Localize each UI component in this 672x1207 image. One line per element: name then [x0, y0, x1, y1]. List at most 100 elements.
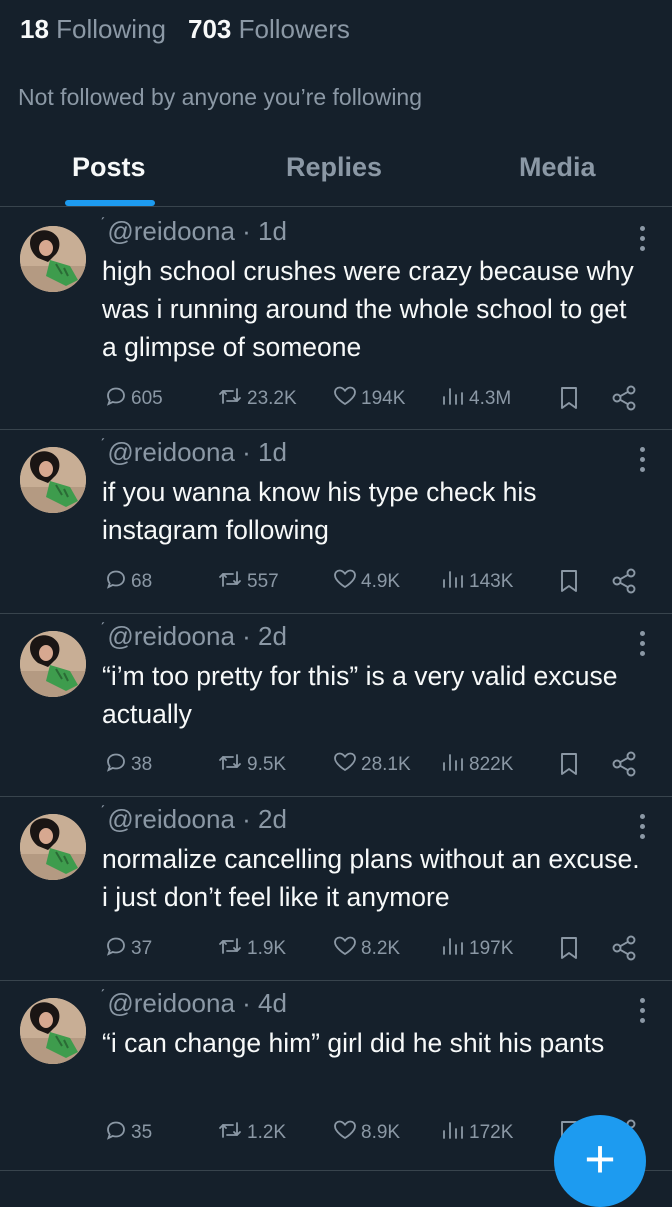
- followers-count: 703: [187, 14, 232, 44]
- avatar[interactable]: [20, 631, 86, 697]
- reply-button[interactable]: 68: [104, 567, 152, 597]
- like-count: 28.1K: [361, 754, 411, 775]
- following-link[interactable]: 18 Following: [20, 14, 166, 44]
- repost-count: 9.5K: [247, 754, 287, 775]
- view-count: 197K: [469, 938, 514, 959]
- like-count: 4.9K: [361, 571, 401, 592]
- bookmark-icon[interactable]: [557, 385, 581, 416]
- like-button[interactable]: 194K: [332, 384, 405, 414]
- repost-count: 23.2K: [247, 388, 297, 409]
- post-handle[interactable]: @reidoona: [107, 804, 235, 834]
- post-time[interactable]: 2d: [258, 804, 287, 834]
- like-count: 8.2K: [361, 938, 401, 959]
- post[interactable]: ˊ@reidoona · 2d “i’m too pretty for this”…: [0, 613, 672, 797]
- post-time[interactable]: 2d: [258, 621, 287, 651]
- heart-icon: [332, 567, 361, 597]
- views-icon: [440, 750, 469, 780]
- tab-replies[interactable]: Replies: [286, 152, 382, 183]
- view-count: 4.3M: [469, 388, 512, 409]
- views-icon: [440, 567, 469, 597]
- repost-button[interactable]: 557: [216, 567, 279, 597]
- heart-icon: [332, 750, 361, 780]
- avatar[interactable]: [20, 814, 86, 880]
- post-actions: 37 1.9K 8.2K 197K: [0, 934, 672, 964]
- repost-icon: [216, 934, 247, 964]
- repost-button[interactable]: 1.9K: [216, 934, 286, 964]
- post-text: “i’m too pretty for this” is a very vali…: [102, 661, 618, 729]
- repost-icon: [216, 1118, 247, 1148]
- tab-posts[interactable]: Posts: [72, 152, 146, 183]
- reply-button[interactable]: 38: [104, 750, 152, 780]
- reply-icon: [104, 384, 131, 414]
- post[interactable]: ˊ@reidoona · 2d normalize cancelling plan…: [0, 796, 672, 981]
- profile-tabs: Posts Replies Media: [0, 130, 672, 207]
- repost-count: 1.9K: [247, 938, 287, 959]
- repost-button[interactable]: 1.2K: [216, 1118, 286, 1148]
- like-button[interactable]: 8.9K: [332, 1118, 400, 1148]
- post[interactable]: ˊ@reidoona · 1d if you wanna know his typ…: [0, 429, 672, 614]
- bookmark-icon[interactable]: [557, 935, 581, 966]
- like-button[interactable]: 4.9K: [332, 567, 400, 597]
- post-actions: 68 557 4.9K 143K: [0, 567, 672, 597]
- repost-icon: [216, 567, 247, 597]
- views-button[interactable]: 197K: [440, 934, 513, 964]
- reply-count: 605: [131, 388, 163, 409]
- views-button[interactable]: 143K: [440, 567, 513, 597]
- views-button[interactable]: 172K: [440, 1118, 513, 1148]
- post-header: ˊ@reidoona · 1d: [100, 437, 287, 467]
- profile-stats: 18 Following 703 Followers: [20, 14, 350, 45]
- avatar[interactable]: [20, 226, 86, 292]
- post-time[interactable]: 4d: [258, 988, 287, 1018]
- active-tab-indicator: [65, 200, 155, 206]
- reply-button[interactable]: 37: [104, 934, 152, 964]
- reply-icon: [104, 750, 131, 780]
- post-header: ˊ@reidoona · 2d: [100, 804, 287, 834]
- views-button[interactable]: 4.3M: [440, 384, 511, 414]
- share-icon[interactable]: [610, 934, 638, 967]
- tick-mark-icon: ˊ: [100, 988, 106, 1005]
- like-count: 194K: [361, 388, 406, 409]
- reply-icon: [104, 1118, 131, 1148]
- bookmark-icon[interactable]: [557, 751, 581, 782]
- like-button[interactable]: 28.1K: [332, 750, 411, 780]
- following-count: 18: [20, 14, 49, 44]
- views-button[interactable]: 822K: [440, 750, 513, 780]
- share-icon[interactable]: [610, 384, 638, 417]
- post-handle[interactable]: @reidoona: [107, 988, 235, 1018]
- post[interactable]: ˊ@reidoona · 1d high school crushes were …: [0, 208, 672, 430]
- reply-count: 37: [131, 938, 153, 959]
- views-icon: [440, 384, 469, 414]
- avatar[interactable]: [20, 998, 86, 1064]
- post-handle[interactable]: @reidoona: [107, 621, 235, 651]
- followers-link[interactable]: 703 Followers: [188, 14, 350, 44]
- tab-media[interactable]: Media: [519, 152, 596, 183]
- share-icon[interactable]: [610, 567, 638, 600]
- post-handle[interactable]: @reidoona: [107, 437, 235, 467]
- heart-icon: [332, 384, 361, 414]
- tick-mark-icon: ˊ: [100, 621, 106, 638]
- not-followed-text: Not followed by anyone you’re following: [18, 84, 423, 110]
- view-count: 143K: [469, 571, 514, 592]
- view-count: 172K: [469, 1122, 514, 1143]
- like-count: 8.9K: [361, 1122, 401, 1143]
- repost-icon: [216, 384, 247, 414]
- reply-icon: [104, 567, 131, 597]
- reply-button[interactable]: 35: [104, 1118, 152, 1148]
- repost-icon: [216, 750, 247, 780]
- repost-button[interactable]: 23.2K: [216, 384, 297, 414]
- post-time[interactable]: 1d: [258, 216, 287, 246]
- reply-count: 38: [131, 754, 153, 775]
- compose-post-button[interactable]: +: [554, 1115, 646, 1207]
- share-icon[interactable]: [610, 750, 638, 783]
- like-button[interactable]: 8.2K: [332, 934, 400, 964]
- bookmark-icon[interactable]: [557, 568, 581, 599]
- repost-button[interactable]: 9.5K: [216, 750, 286, 780]
- reply-button[interactable]: 605: [104, 384, 163, 414]
- post-text: “i can change him” girl did he shit his …: [102, 1028, 605, 1058]
- avatar[interactable]: [20, 447, 86, 513]
- post-handle[interactable]: @reidoona: [107, 216, 235, 246]
- post-header: ˊ@reidoona · 2d: [100, 621, 287, 651]
- following-label: Following: [56, 14, 166, 44]
- post-text: normalize cancelling plans without an ex…: [102, 844, 640, 912]
- post-time[interactable]: 1d: [258, 437, 287, 467]
